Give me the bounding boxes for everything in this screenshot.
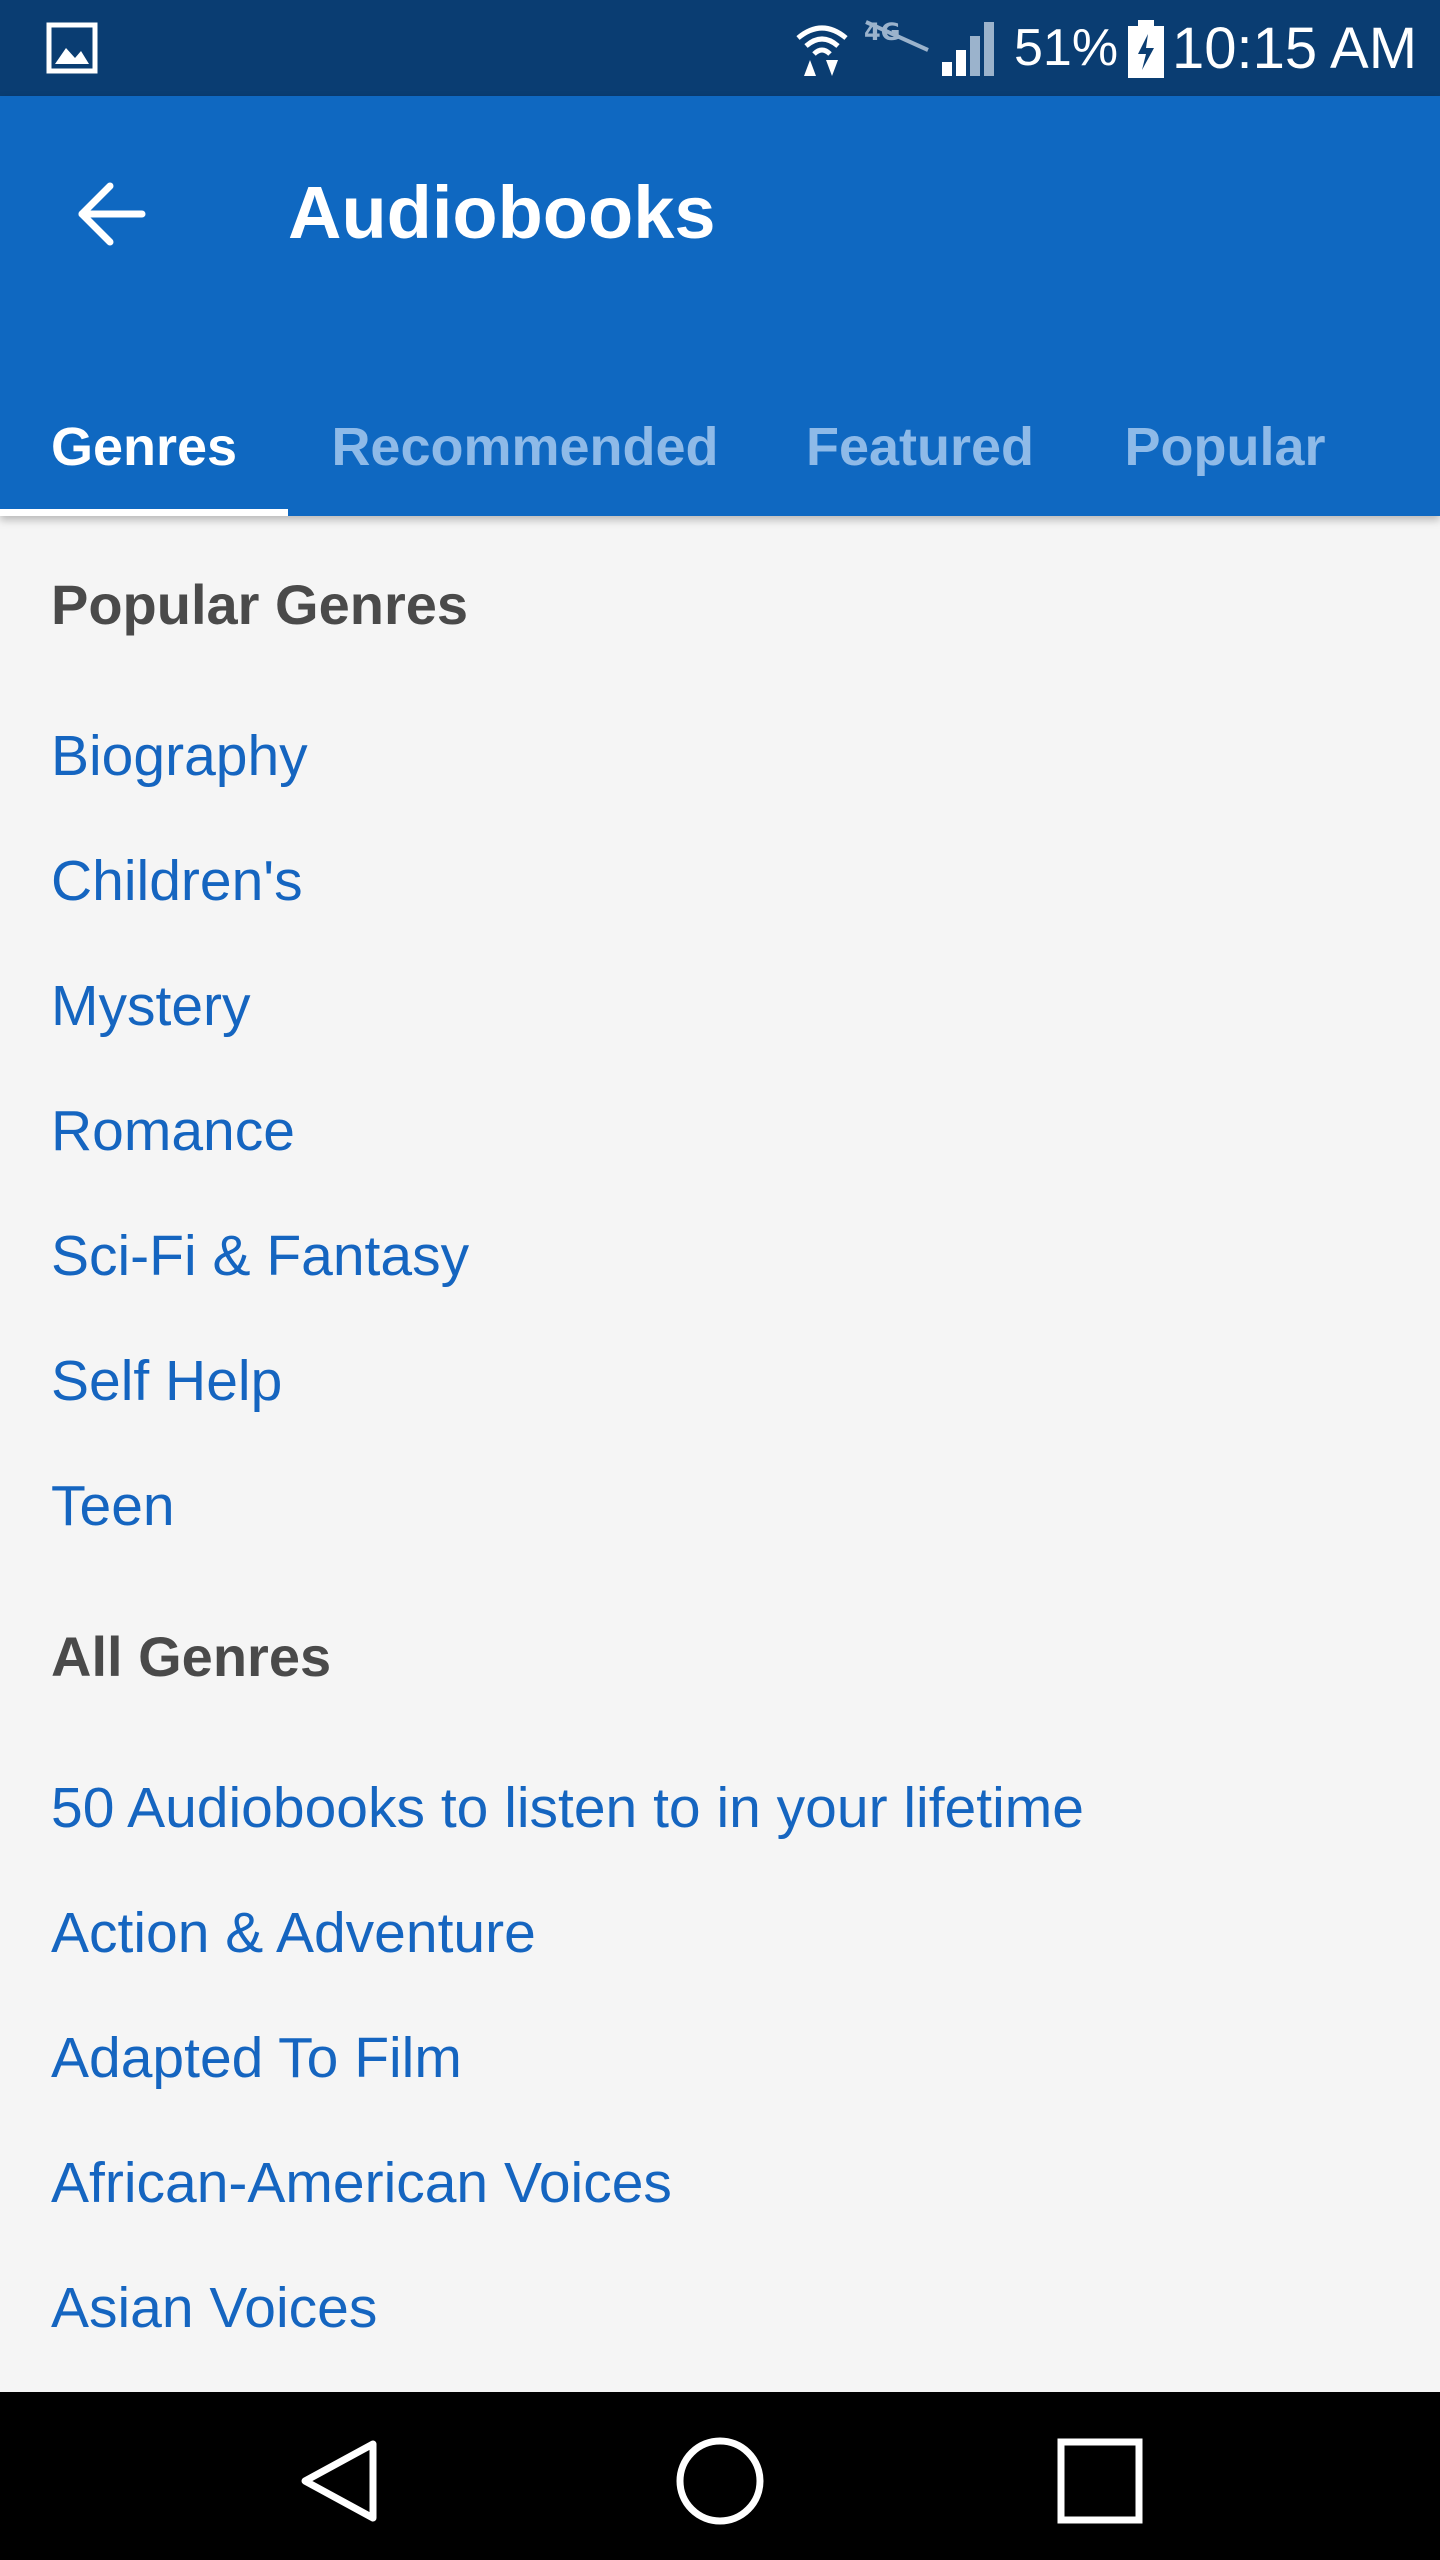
genre-link[interactable]: Action & Adventure (51, 1898, 536, 1968)
genre-link[interactable]: Biography (51, 721, 308, 791)
genre-link[interactable]: 50 Audiobooks to listen to in your lifet… (51, 1773, 1084, 1843)
genre-link[interactable]: Asian Voices (51, 2273, 377, 2343)
genre-link[interactable]: Teen (51, 1471, 175, 1541)
section-heading-popular: Popular Genres (51, 573, 469, 636)
clock: 10:15 AM (1172, 16, 1418, 81)
genre-list: Popular Genres Biography Children's Myst… (0, 516, 1440, 2392)
page-title: Audiobooks (288, 171, 716, 254)
tab-bar: Genres Recommended Featured Popular (0, 378, 1440, 516)
wifi-icon (792, 18, 852, 83)
gallery-icon (46, 22, 98, 79)
genre-link[interactable]: Mystery (51, 971, 251, 1041)
battery-charging-icon (1126, 18, 1166, 85)
arrow-left-icon[interactable] (72, 174, 152, 254)
tab-genres[interactable]: Genres (0, 378, 288, 516)
recents-square-icon[interactable] (1045, 2426, 1155, 2536)
signal-icon (940, 18, 1002, 83)
lte-icon: 4G (862, 14, 934, 59)
genre-link[interactable]: African-American Voices (51, 2148, 672, 2218)
battery-percent: 51% (1014, 19, 1119, 77)
back-triangle-icon[interactable] (285, 2426, 395, 2536)
genre-link[interactable]: Romance (51, 1096, 295, 1166)
section-heading-all: All Genres (51, 1625, 332, 1688)
genre-link[interactable]: Self Help (51, 1346, 282, 1416)
tab-featured[interactable]: Featured (780, 378, 1060, 516)
genre-link[interactable]: Adapted To Film (51, 2023, 462, 2093)
home-circle-icon[interactable] (665, 2426, 775, 2536)
tab-popular[interactable]: Popular (1100, 378, 1350, 516)
app-bar: Audiobooks Genres Recommended Featured P… (0, 96, 1440, 516)
system-nav-bar (0, 2392, 1440, 2560)
genre-link[interactable]: Sci-Fi & Fantasy (51, 1221, 469, 1291)
tab-recommended[interactable]: Recommended (310, 378, 740, 516)
genre-link[interactable]: Children's (51, 846, 303, 916)
status-bar: 4G 51% 10:15 AM (0, 0, 1440, 96)
